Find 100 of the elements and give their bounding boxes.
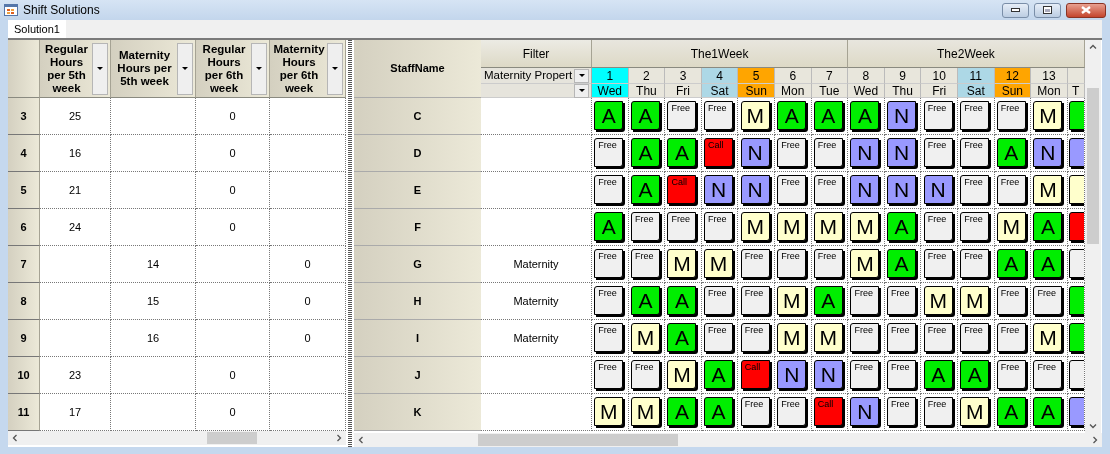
shift-tile[interactable]: Free — [594, 285, 624, 315]
shift-tile[interactable]: M — [740, 211, 770, 241]
shift-tile[interactable]: N — [1033, 137, 1063, 167]
shift-tile[interactable]: Free — [923, 211, 953, 241]
shift-tile[interactable]: Free — [996, 322, 1026, 352]
scrollbar-thumb[interactable] — [1087, 88, 1099, 244]
shift-tile[interactable]: N — [923, 174, 953, 204]
shift-tile[interactable]: A — [777, 100, 807, 130]
shift-tile[interactable]: Free — [996, 285, 1026, 315]
shift-tile[interactable]: M — [667, 248, 697, 278]
shift-tile[interactable]: M — [996, 211, 1026, 241]
shift-tile[interactable]: A — [704, 359, 734, 389]
shift-tile[interactable]: Free — [594, 248, 624, 278]
shift-tile[interactable]: Free — [630, 359, 660, 389]
shift-tile[interactable]: Free — [996, 100, 1026, 130]
shift-tile[interactable]: Free — [777, 248, 807, 278]
shift-tile[interactable]: Free — [960, 211, 990, 241]
shift-tile[interactable]: A — [1033, 248, 1063, 278]
shift-tile[interactable]: Free — [594, 174, 624, 204]
shift-tile[interactable]: N — [887, 174, 917, 204]
shift-tile[interactable]: A — [813, 100, 843, 130]
shift-tile[interactable]: M — [923, 285, 953, 315]
shift-tile[interactable]: Free — [887, 322, 917, 352]
shift-tile[interactable]: Free — [740, 248, 770, 278]
scrollbar-thumb[interactable] — [478, 434, 678, 446]
shift-tile[interactable]: Free — [960, 322, 990, 352]
shift-tile[interactable]: M — [1033, 322, 1063, 352]
shift-tile[interactable]: A — [630, 285, 660, 315]
shift-tile[interactable]: M — [704, 248, 734, 278]
shift-tile[interactable]: A — [1033, 211, 1063, 241]
shift-tile[interactable]: Free — [704, 285, 734, 315]
shift-tile[interactable]: Free — [923, 100, 953, 130]
shift-tile[interactable]: M — [777, 211, 807, 241]
shift-tile[interactable]: A — [630, 137, 660, 167]
shift-tile[interactable]: Free — [704, 322, 734, 352]
shift-tile[interactable]: Free — [960, 100, 990, 130]
shift-tile[interactable]: A — [704, 396, 734, 426]
shift-tile[interactable]: Free — [887, 285, 917, 315]
shift-tile[interactable]: M — [630, 396, 660, 426]
shift-tile[interactable]: A — [594, 211, 624, 241]
shift-tile[interactable]: N — [777, 359, 807, 389]
shift-tile[interactable]: M — [667, 359, 697, 389]
shift-tile[interactable]: Free — [667, 211, 697, 241]
shift-tile[interactable]: M — [740, 100, 770, 130]
shift-tile[interactable]: Free — [960, 248, 990, 278]
shift-tile[interactable]: Call — [704, 137, 734, 167]
vertical-scrollbar[interactable] — [1085, 40, 1101, 433]
shift-tile[interactable]: Free — [923, 137, 953, 167]
shift-tile[interactable]: Free — [630, 211, 660, 241]
shift-tile[interactable]: Free — [923, 248, 953, 278]
shift-tile[interactable]: M — [960, 396, 990, 426]
shift-tile[interactable]: N — [887, 137, 917, 167]
shift-tile[interactable]: Free — [740, 285, 770, 315]
shift-tile[interactable]: Free — [777, 137, 807, 167]
shift-tile[interactable]: A — [960, 359, 990, 389]
shift-tile[interactable]: M — [630, 322, 660, 352]
shift-tile[interactable]: M — [1033, 100, 1063, 130]
shift-tile[interactable]: Free — [996, 174, 1026, 204]
shift-tile[interactable]: Free — [923, 322, 953, 352]
shift-tile[interactable]: Free — [850, 285, 880, 315]
shift-tile[interactable]: N — [740, 174, 770, 204]
maximize-button[interactable] — [1034, 2, 1061, 18]
shift-tile[interactable]: Call — [740, 359, 770, 389]
shift-tile[interactable]: A — [667, 396, 697, 426]
shift-tile[interactable]: M — [850, 248, 880, 278]
shift-tile[interactable]: Free — [850, 322, 880, 352]
shift-tile[interactable]: Free — [813, 174, 843, 204]
shift-tile[interactable]: Free — [740, 396, 770, 426]
shift-tile[interactable]: A — [667, 322, 697, 352]
shift-tile[interactable]: Free — [887, 396, 917, 426]
shift-tile[interactable]: A — [996, 396, 1026, 426]
shift-tile[interactable]: N — [813, 359, 843, 389]
shift-tile[interactable]: A — [630, 174, 660, 204]
shift-tile[interactable]: A — [887, 248, 917, 278]
shift-tile[interactable]: M — [777, 322, 807, 352]
shift-tile[interactable]: Free — [960, 137, 990, 167]
shift-tile[interactable]: M — [960, 285, 990, 315]
horizontal-scrollbar[interactable] — [354, 433, 1102, 447]
filter-dropdown[interactable]: Maternity Propert — [481, 68, 592, 84]
shift-tile[interactable]: M — [850, 211, 880, 241]
shift-tile[interactable]: Free — [667, 100, 697, 130]
shift-tile[interactable]: Free — [923, 396, 953, 426]
shift-tile[interactable]: Free — [630, 248, 660, 278]
shift-tile[interactable]: N — [740, 137, 770, 167]
pane-splitter[interactable] — [346, 40, 354, 447]
shift-tile[interactable]: Free — [594, 137, 624, 167]
shift-tile[interactable]: Free — [1033, 359, 1063, 389]
shift-tile[interactable]: A — [1033, 396, 1063, 426]
shift-tile[interactable]: Free — [740, 322, 770, 352]
shift-tile[interactable]: N — [850, 396, 880, 426]
shift-tile[interactable]: A — [667, 285, 697, 315]
shift-tile[interactable]: Call — [813, 396, 843, 426]
shift-tile[interactable]: A — [813, 285, 843, 315]
shift-tile[interactable]: M — [813, 211, 843, 241]
shift-tile[interactable]: Free — [813, 248, 843, 278]
shift-tile[interactable]: Free — [850, 359, 880, 389]
shift-tile[interactable]: N — [887, 100, 917, 130]
shift-tile[interactable]: Call — [667, 174, 697, 204]
shift-tile[interactable]: A — [630, 100, 660, 130]
close-button[interactable] — [1066, 2, 1106, 18]
